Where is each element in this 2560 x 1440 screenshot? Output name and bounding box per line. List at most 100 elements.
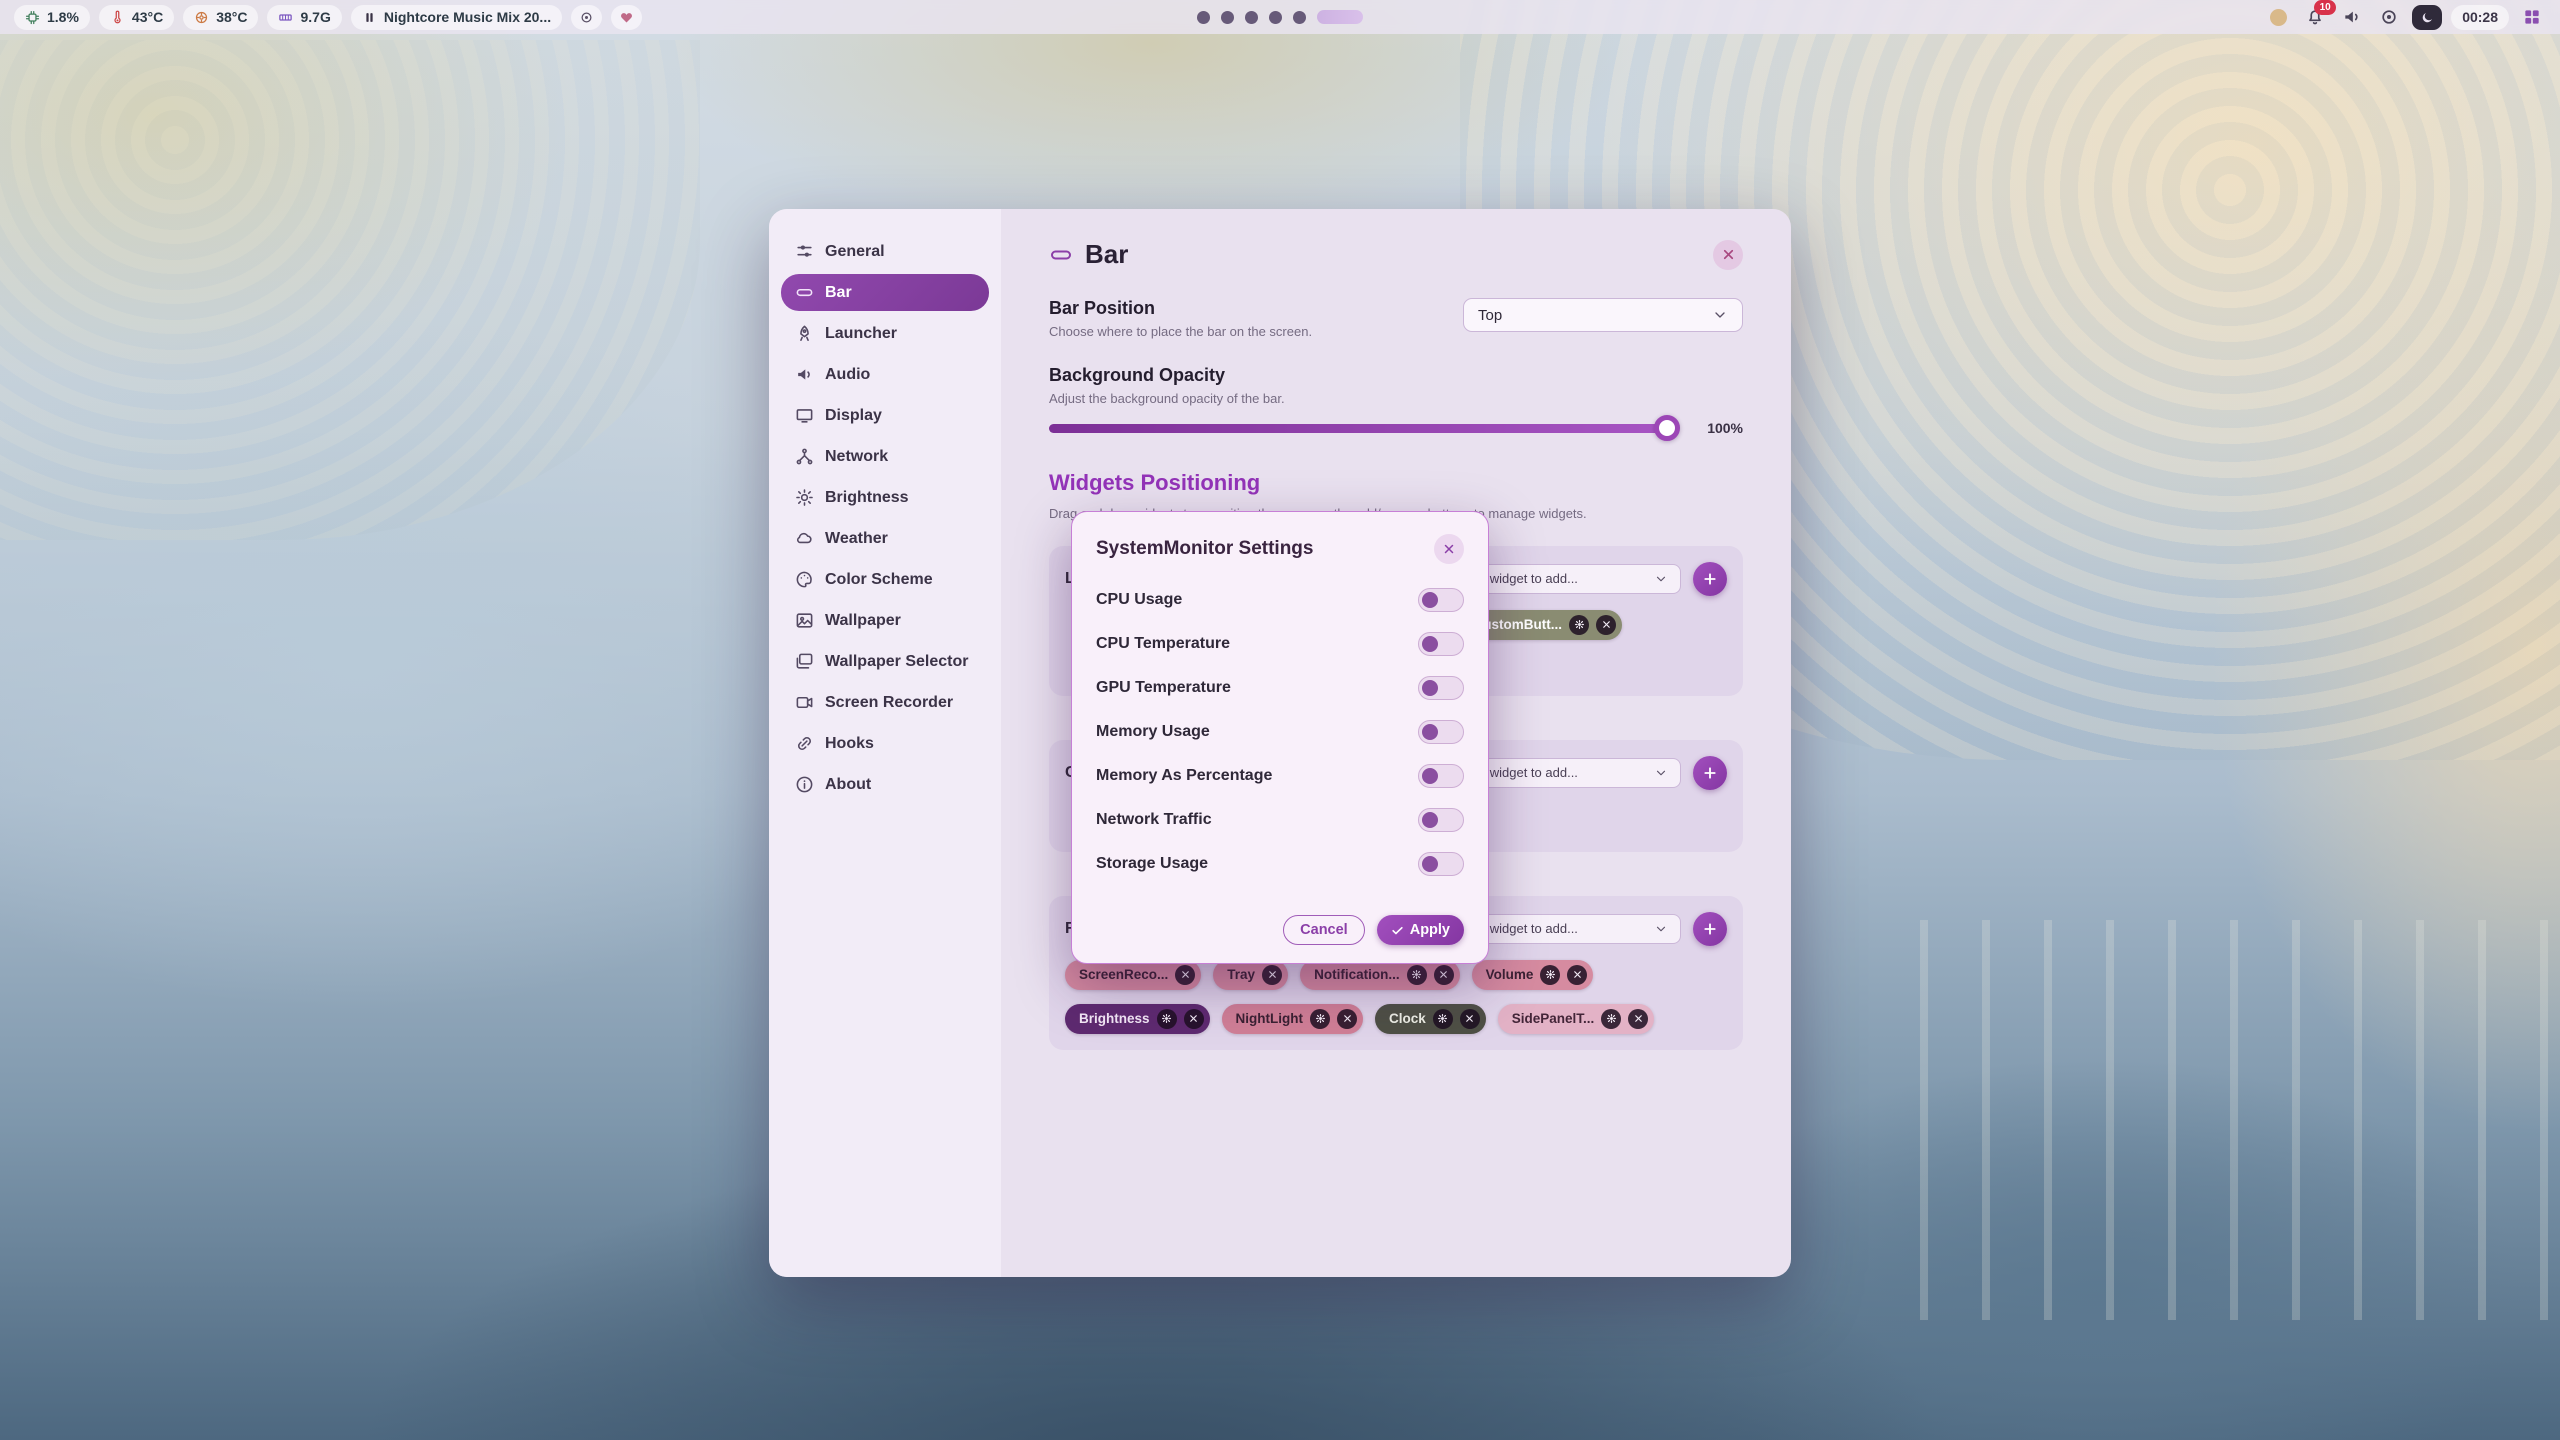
heart-icon [619,10,634,25]
images-icon [795,652,814,671]
toggle-row-cpu-temperature: CPU Temperature [1096,622,1464,666]
sidebar-item-label: Hooks [825,735,874,753]
modal-close-button[interactable] [1434,534,1464,564]
ram-usage-widget[interactable]: 9.7G [267,5,341,30]
remove-widget-icon[interactable] [1262,965,1282,985]
app-launcher-button[interactable] [2518,5,2546,30]
sidebar-item-display[interactable]: Display [781,397,989,434]
widget-chip-brightness[interactable]: Brightness [1065,1004,1210,1034]
sidebar-item-network[interactable]: Network [781,438,989,475]
gpu-temp-value: 38°C [216,9,247,25]
remove-widget-icon[interactable] [1434,965,1454,985]
workspace-dot[interactable] [1197,11,1210,24]
gear-icon[interactable] [1601,1009,1621,1029]
remove-widget-icon[interactable] [1184,1009,1204,1029]
volume-button[interactable] [2338,5,2366,30]
ram-icon [278,10,293,25]
sidebar-item-launcher[interactable]: Launcher [781,315,989,352]
remove-widget-icon[interactable] [1596,615,1616,635]
chevron-down-icon [1654,922,1668,936]
media-player-widget[interactable]: Nightcore Music Mix 20... [351,5,562,30]
remove-widget-icon[interactable] [1460,1009,1480,1029]
sidebar-item-label: Bar [825,284,852,302]
workspace-dot[interactable] [1293,11,1306,24]
notifications-button[interactable]: 10 [2301,5,2329,30]
workspace-dot[interactable] [1269,11,1282,24]
toggle-switch[interactable] [1418,764,1464,788]
toggle-switch[interactable] [1418,632,1464,656]
close-icon [1442,542,1456,556]
sidebar-item-color-scheme[interactable]: Color Scheme [781,561,989,598]
widget-chip-sidepanelt[interactable]: SidePanelT... [1498,1004,1655,1034]
sidebar-item-label: Brightness [825,489,909,507]
desktop: 1.8% 43°C 38°C 9.7G Nightcore Music Mix … [0,0,2560,1440]
clock-widget[interactable]: 00:28 [2451,5,2509,30]
cpu-temp-widget[interactable]: 43°C [99,5,174,30]
widget-chip-tray[interactable]: Tray [1213,960,1288,990]
widget-chip-volume[interactable]: Volume [1472,960,1594,990]
sidebar-item-wallpaper-selector[interactable]: Wallpaper Selector [781,643,989,680]
widget-chip-nightlight[interactable]: NightLight [1222,1004,1363,1034]
sidebar-item-label: Screen Recorder [825,694,953,712]
gear-icon[interactable] [1433,1009,1453,1029]
remove-widget-icon[interactable] [1567,965,1587,985]
workspace-dot[interactable] [1221,11,1234,24]
widget-chip-notification[interactable]: Notification... [1300,960,1460,990]
remove-widget-icon[interactable] [1337,1009,1357,1029]
sun-icon [795,488,814,507]
plus-icon [1702,571,1718,587]
gpu-temp-widget[interactable]: 38°C [183,5,258,30]
sidebar-item-about[interactable]: About [781,766,989,803]
gear-icon[interactable] [1310,1009,1330,1029]
sidebar-item-weather[interactable]: Weather [781,520,989,557]
record-button[interactable] [571,5,602,30]
remove-widget-icon[interactable] [1628,1009,1648,1029]
toggle-switch[interactable] [1418,852,1464,876]
chevron-down-icon [1654,766,1668,780]
gear-icon[interactable] [1540,965,1560,985]
sidebar-item-hooks[interactable]: Hooks [781,725,989,762]
sidebar-item-brightness[interactable]: Brightness [781,479,989,516]
cancel-button[interactable]: Cancel [1283,915,1365,945]
add-widget-button[interactable] [1693,756,1727,790]
workspace-dot[interactable] [1245,11,1258,24]
opacity-slider-knob[interactable] [1654,415,1680,441]
image-icon [795,611,814,630]
widget-chip-label: Brightness [1079,1011,1150,1026]
add-widget-button[interactable] [1693,912,1727,946]
toggle-switch[interactable] [1418,808,1464,832]
favorites-button[interactable] [611,5,642,30]
toggle-switch[interactable] [1418,588,1464,612]
add-widget-button[interactable] [1693,562,1727,596]
color-picker-button[interactable] [2264,5,2292,30]
toggle-label: CPU Temperature [1096,635,1230,653]
pause-icon[interactable] [362,10,377,25]
wallpaper-railing [1920,920,2560,1320]
opacity-slider[interactable] [1049,424,1677,433]
cpu-usage-widget[interactable]: 1.8% [14,5,90,30]
bar-position-select[interactable]: Top [1463,298,1743,332]
workspace-active-pill[interactable] [1317,10,1363,24]
apply-button[interactable]: Apply [1377,915,1464,945]
gear-icon[interactable] [1569,615,1589,635]
widget-chip-screenreco[interactable]: ScreenReco... [1065,960,1201,990]
sidebar-item-audio[interactable]: Audio [781,356,989,393]
toggle-switch[interactable] [1418,720,1464,744]
gear-icon[interactable] [1157,1009,1177,1029]
thermometer-icon [110,10,125,25]
sidebar-item-label: Network [825,448,888,466]
sidebar-item-wallpaper[interactable]: Wallpaper [781,602,989,639]
sidebar-item-screen-recorder[interactable]: Screen Recorder [781,684,989,721]
speaker-icon [795,365,814,384]
grid-icon [2522,7,2542,27]
sidebar-item-bar[interactable]: Bar [781,274,989,311]
gear-icon[interactable] [1407,965,1427,985]
screen-record-button[interactable] [2375,5,2403,30]
toggle-switch[interactable] [1418,676,1464,700]
remove-widget-icon[interactable] [1175,965,1195,985]
night-light-button[interactable] [2412,5,2442,30]
sidebar-item-general[interactable]: General [781,233,989,270]
widget-chip-clock[interactable]: Clock [1375,1004,1486,1034]
close-window-button[interactable] [1713,240,1743,270]
widget-chip-label: NightLight [1236,1011,1303,1026]
